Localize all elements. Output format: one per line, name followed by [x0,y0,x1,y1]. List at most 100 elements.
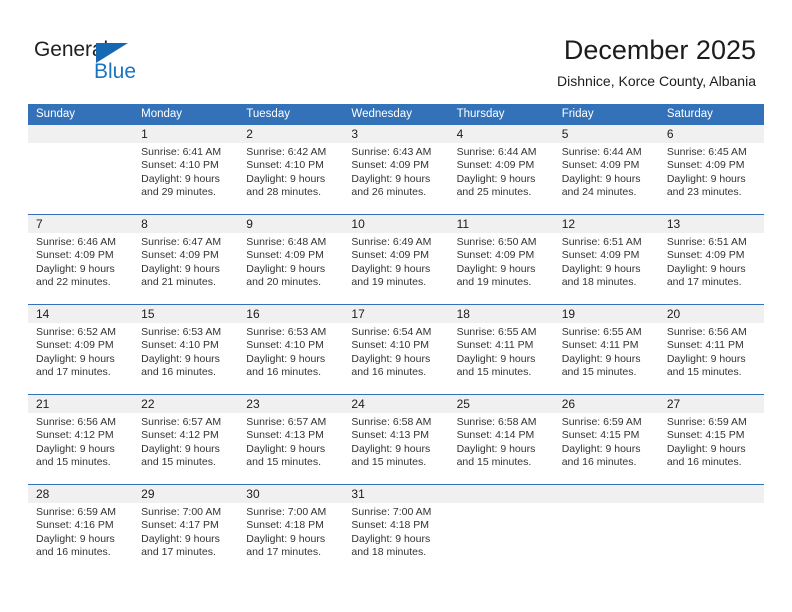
daylight-text-line1: Daylight: 9 hours [36,532,115,545]
sunrise-text: Sunrise: 6:41 AM [141,146,222,158]
day-cell[interactable]: 24 Sunrise: 6:58 AM Sunset: 4:13 PM Dayligh… [343,395,449,484]
weekday-header-wednesday: Wednesday [351,108,412,120]
daylight-text-line2: and 16 minutes. [36,546,111,559]
weekday-header-friday: Friday [561,108,594,120]
sunset-text: Sunset: 4:09 PM [561,159,640,172]
day-cell[interactable]: 6 Sunrise: 6:45 AM Sunset: 4:09 PM Daylight… [658,125,764,214]
day-cell[interactable]: 1 Sunrise: 6:41 AM Sunset: 4:10 PM Daylight… [133,125,239,214]
day-cell[interactable]: 26 Sunrise: 6:59 AM Sunset: 4:15 PM Dayligh… [553,395,659,484]
sunrise-text: Sunrise: 6:47 AM [141,236,222,248]
day-cell-empty [553,485,659,574]
daylight-text-line2: and 15 minutes. [456,456,532,469]
sunrise-text: Sunrise: 6:52 AM [36,326,116,338]
day-cell[interactable]: 20 Sunrise: 6:56 AM Sunset: 4:11 PM Dayligh… [658,305,764,394]
day-cell[interactable]: 15 Sunrise: 6:53 AM Sunset: 4:10 PM Dayligh… [133,305,239,394]
sunrise-text: Sunrise: 6:54 AM [351,326,432,338]
day-info: Sunrise: 6:44 AM Sunset: 4:09 PM Daylight:… [449,143,554,200]
calendar-body: 1 Sunrise: 6:41 AM Sunset: 4:10 PM Daylight… [28,125,764,574]
day-number [28,125,134,143]
sunrise-text: Sunrise: 6:58 AM [456,416,537,428]
day-info: Sunrise: 6:43 AM Sunset: 4:09 PM Daylight:… [343,143,448,200]
sunset-text: Sunset: 4:18 PM [246,519,324,532]
daylight-text-line2: and 16 minutes. [666,456,742,469]
day-info: Sunrise: 6:42 AM Sunset: 4:10 PM Daylight:… [238,143,343,200]
day-cell[interactable]: 8 Sunrise: 6:47 AM Sunset: 4:09 PM Daylight… [133,215,239,304]
day-cell[interactable]: 18 Sunrise: 6:55 AM Sunset: 4:11 PM Dayligh… [448,305,554,394]
day-info: Sunrise: 6:51 AM Sunset: 4:09 PM Daylight:… [554,233,659,290]
daylight-text-line2: and 23 minutes. [666,186,742,199]
daylight-text-line2: and 17 minutes. [141,546,216,559]
day-number: 28 [28,485,134,503]
day-number: 2 [238,125,344,143]
day-cell[interactable]: 14 Sunrise: 6:52 AM Sunset: 4:09 PM Dayligh… [28,305,134,394]
day-cell[interactable]: 12 Sunrise: 6:51 AM Sunset: 4:09 PM Dayligh… [553,215,659,304]
calendar-week-row: 1 Sunrise: 6:41 AM Sunset: 4:10 PM Daylight… [28,125,764,214]
day-number: 20 [658,305,764,323]
day-cell[interactable]: 29 Sunrise: 7:00 AM Sunset: 4:17 PM Dayligh… [133,485,239,574]
day-cell[interactable]: 17 Sunrise: 6:54 AM Sunset: 4:10 PM Dayligh… [343,305,449,394]
week-inner: 14 Sunrise: 6:52 AM Sunset: 4:09 PM Dayligh… [28,305,764,394]
sunrise-text: Sunrise: 7:00 AM [141,506,222,518]
day-cell[interactable]: 10 Sunrise: 6:49 AM Sunset: 4:09 PM Dayligh… [343,215,449,304]
day-number: 27 [658,395,764,413]
day-cell[interactable]: 23 Sunrise: 6:57 AM Sunset: 4:13 PM Dayligh… [238,395,344,484]
daylight-text-line2: and 18 minutes. [561,276,637,289]
day-number: 23 [238,395,344,413]
calendar-week-row: 7 Sunrise: 6:46 AM Sunset: 4:09 PM Daylight… [28,214,764,304]
sunset-text: Sunset: 4:10 PM [246,159,324,172]
day-number: 16 [238,305,344,323]
sunset-text: Sunset: 4:11 PM [561,339,639,352]
day-cell[interactable]: 5 Sunrise: 6:44 AM Sunset: 4:09 PM Daylight… [553,125,659,214]
day-cell[interactable]: 21 Sunrise: 6:56 AM Sunset: 4:12 PM Dayligh… [28,395,134,484]
weekday-header-tuesday: Tuesday [246,108,290,120]
day-cell[interactable]: 19 Sunrise: 6:55 AM Sunset: 4:11 PM Dayligh… [553,305,659,394]
daylight-text-line1: Daylight: 9 hours [141,442,220,455]
day-number: 13 [658,215,764,233]
day-cell[interactable]: 31 Sunrise: 7:00 AM Sunset: 4:18 PM Dayligh… [343,485,449,574]
sunset-text: Sunset: 4:09 PM [456,159,535,172]
sunset-text: Sunset: 4:17 PM [141,519,219,532]
day-info: Sunrise: 6:58 AM Sunset: 4:14 PM Daylight:… [449,413,554,470]
day-cell[interactable]: 27 Sunrise: 6:59 AM Sunset: 4:15 PM Dayligh… [658,395,764,484]
week-inner: 21 Sunrise: 6:56 AM Sunset: 4:12 PM Dayligh… [28,395,764,484]
day-cell[interactable]: 4 Sunrise: 6:44 AM Sunset: 4:09 PM Daylight… [448,125,554,214]
daylight-text-line2: and 21 minutes. [141,276,216,289]
day-number: 11 [448,215,554,233]
day-cell[interactable]: 30 Sunrise: 7:00 AM Sunset: 4:18 PM Dayligh… [238,485,344,574]
day-number: 26 [553,395,659,413]
day-number [658,485,764,503]
week-inner: 28 Sunrise: 6:59 AM Sunset: 4:16 PM Dayligh… [28,485,764,574]
day-number: 3 [343,125,449,143]
sunrise-text: Sunrise: 6:56 AM [36,416,116,428]
calendar-week-row: 28 Sunrise: 6:59 AM Sunset: 4:16 PM Dayligh… [28,484,764,574]
day-info: Sunrise: 6:59 AM Sunset: 4:15 PM Daylight:… [554,413,659,470]
day-cell[interactable]: 16 Sunrise: 6:53 AM Sunset: 4:10 PM Dayligh… [238,305,344,394]
sunset-text: Sunset: 4:09 PM [351,159,430,172]
daylight-text-line2: and 16 minutes. [141,366,216,379]
day-cell[interactable]: 9 Sunrise: 6:48 AM Sunset: 4:09 PM Daylight… [238,215,344,304]
sunset-text: Sunset: 4:09 PM [666,249,745,262]
day-info: Sunrise: 6:59 AM Sunset: 4:16 PM Daylight:… [28,503,133,560]
day-info: Sunrise: 6:41 AM Sunset: 4:10 PM Daylight:… [133,143,238,200]
day-cell[interactable]: 22 Sunrise: 6:57 AM Sunset: 4:12 PM Dayligh… [133,395,239,484]
daylight-text-line1: Daylight: 9 hours [351,532,431,545]
day-info: Sunrise: 6:56 AM Sunset: 4:11 PM Daylight:… [659,323,764,380]
sunrise-text: Sunrise: 6:53 AM [246,326,327,338]
sunset-text: Sunset: 4:13 PM [351,429,430,442]
day-cell[interactable]: 7 Sunrise: 6:46 AM Sunset: 4:09 PM Daylight… [28,215,134,304]
daylight-text-line1: Daylight: 9 hours [141,352,220,365]
day-cell[interactable]: 13 Sunrise: 6:51 AM Sunset: 4:09 PM Dayligh… [658,215,764,304]
daylight-text-line2: and 25 minutes. [456,186,532,199]
sunrise-text: Sunrise: 6:53 AM [141,326,222,338]
day-info: Sunrise: 6:57 AM Sunset: 4:13 PM Daylight:… [238,413,343,470]
day-info: Sunrise: 6:56 AM Sunset: 4:12 PM Daylight:… [28,413,133,470]
day-cell[interactable]: 11 Sunrise: 6:50 AM Sunset: 4:09 PM Dayligh… [448,215,554,304]
day-cell[interactable]: 25 Sunrise: 6:58 AM Sunset: 4:14 PM Dayligh… [448,395,554,484]
day-number [448,485,554,503]
day-cell[interactable]: 3 Sunrise: 6:43 AM Sunset: 4:09 PM Daylight… [343,125,449,214]
day-cell[interactable]: 28 Sunrise: 6:59 AM Sunset: 4:16 PM Dayligh… [28,485,134,574]
day-cell[interactable]: 2 Sunrise: 6:42 AM Sunset: 4:10 PM Daylight… [238,125,344,214]
sunrise-text: Sunrise: 6:42 AM [246,146,327,158]
day-number: 21 [28,395,134,413]
general-blue-logo: General Blue [34,38,164,84]
